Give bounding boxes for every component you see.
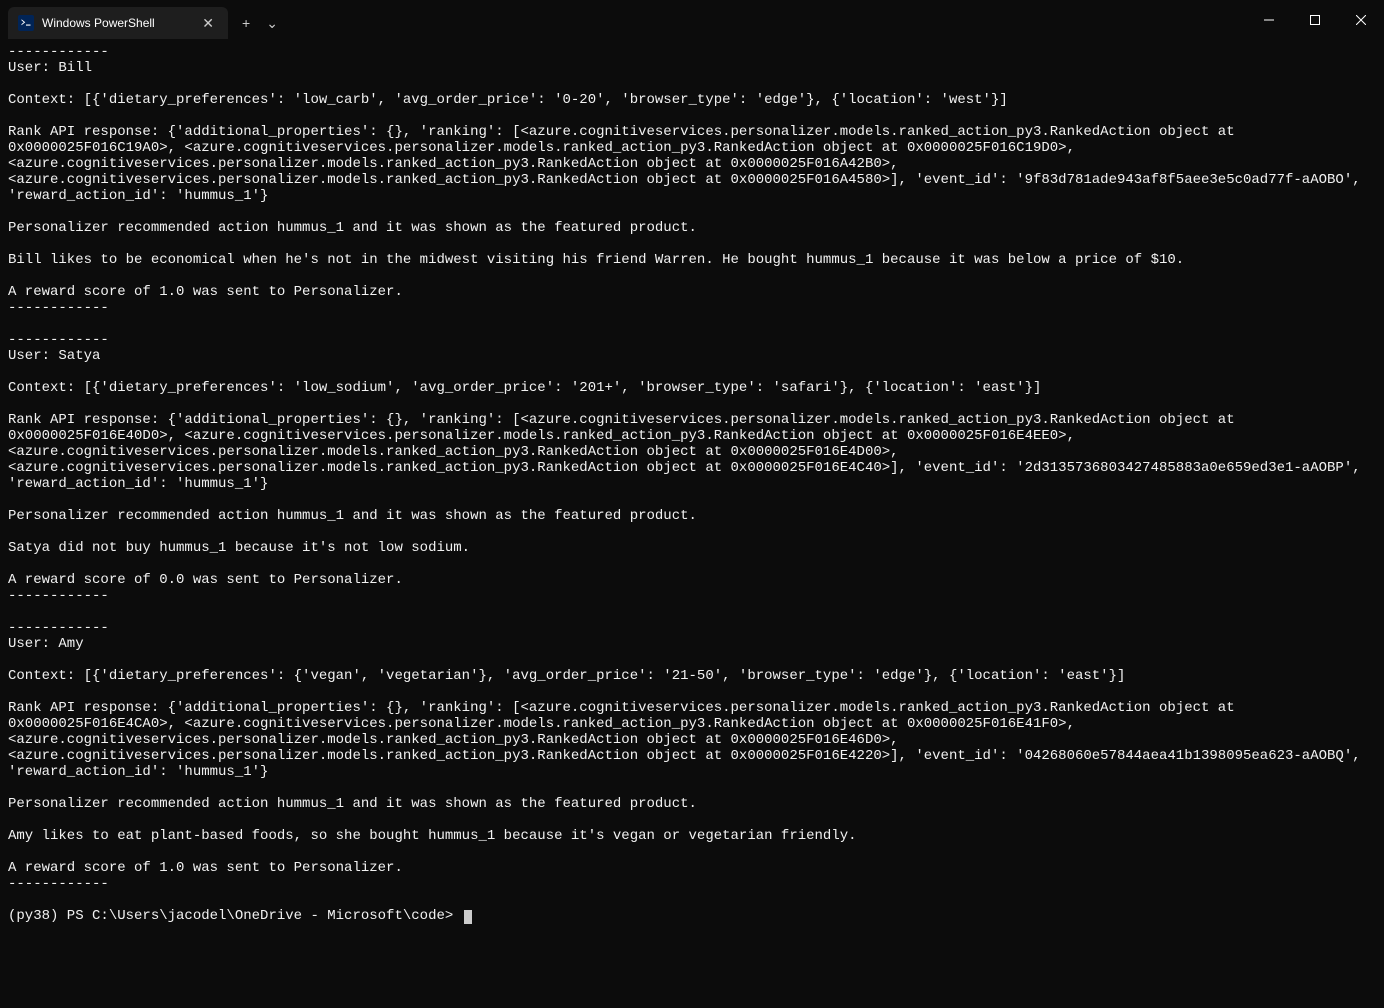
terminal-line: [8, 652, 1376, 668]
terminal-content[interactable]: ------------User: BillContext: [{'dietar…: [0, 40, 1384, 1008]
terminal-line: Personalizer recommended action hummus_1…: [8, 220, 1376, 236]
terminal-line: Rank API response: {'additional_properti…: [8, 124, 1376, 204]
terminal-line: [8, 268, 1376, 284]
tab-close-button[interactable]: ✕: [196, 13, 220, 34]
terminal-line: [8, 108, 1376, 124]
titlebar[interactable]: Windows PowerShell ✕ + ⌄: [0, 0, 1384, 40]
terminal-line: [8, 492, 1376, 508]
terminal-line: User: Bill: [8, 60, 1376, 76]
terminal-line: [8, 236, 1376, 252]
tab-actions: + ⌄: [234, 7, 286, 39]
tab-dropdown-button[interactable]: ⌄: [258, 11, 286, 36]
terminal-line: [8, 396, 1376, 412]
terminal-line: [8, 364, 1376, 380]
terminal-line: ------------: [8, 876, 1376, 892]
terminal-line: [8, 204, 1376, 220]
terminal-line: [8, 604, 1376, 620]
terminal-line: [8, 684, 1376, 700]
cursor: [464, 910, 472, 924]
powershell-icon: [18, 15, 34, 31]
terminal-line: [8, 524, 1376, 540]
terminal-line: Satya did not buy hummus_1 because it's …: [8, 540, 1376, 556]
terminal-line: Context: [{'dietary_preferences': 'low_s…: [8, 380, 1376, 396]
terminal-line: A reward score of 1.0 was sent to Person…: [8, 284, 1376, 300]
terminal-line: [8, 76, 1376, 92]
terminal-line: Context: [{'dietary_preferences': 'low_c…: [8, 92, 1376, 108]
terminal-line: [8, 780, 1376, 796]
window-controls: [1246, 0, 1384, 40]
terminal-line: Amy likes to eat plant-based foods, so s…: [8, 828, 1376, 844]
minimize-button[interactable]: [1246, 0, 1292, 40]
terminal-line: ------------: [8, 44, 1376, 60]
terminal-line: [8, 844, 1376, 860]
terminal-line: [8, 892, 1376, 908]
close-button[interactable]: [1338, 0, 1384, 40]
prompt-line[interactable]: (py38) PS C:\Users\jacodel\OneDrive - Mi…: [8, 908, 1376, 924]
terminal-line: [8, 812, 1376, 828]
tab-powershell[interactable]: Windows PowerShell ✕: [8, 7, 228, 39]
terminal-line: User: Satya: [8, 348, 1376, 364]
prompt-text: (py38) PS C:\Users\jacodel\OneDrive - Mi…: [8, 908, 462, 924]
terminal-line: ------------: [8, 300, 1376, 316]
maximize-button[interactable]: [1292, 0, 1338, 40]
tab-title: Windows PowerShell: [42, 16, 196, 30]
terminal-line: A reward score of 1.0 was sent to Person…: [8, 860, 1376, 876]
terminal-line: Personalizer recommended action hummus_1…: [8, 796, 1376, 812]
terminal-line: User: Amy: [8, 636, 1376, 652]
terminal-window: Windows PowerShell ✕ + ⌄ ------------Use…: [0, 0, 1384, 1008]
terminal-line: Bill likes to be economical when he's no…: [8, 252, 1376, 268]
terminal-line: ------------: [8, 620, 1376, 636]
terminal-line: ------------: [8, 588, 1376, 604]
terminal-line: ------------: [8, 332, 1376, 348]
terminal-line: [8, 556, 1376, 572]
new-tab-button[interactable]: +: [234, 11, 258, 35]
terminal-line: Rank API response: {'additional_properti…: [8, 412, 1376, 492]
terminal-line: [8, 316, 1376, 332]
terminal-line: A reward score of 0.0 was sent to Person…: [8, 572, 1376, 588]
terminal-line: Personalizer recommended action hummus_1…: [8, 508, 1376, 524]
terminal-line: Context: [{'dietary_preferences': {'vega…: [8, 668, 1376, 684]
terminal-line: Rank API response: {'additional_properti…: [8, 700, 1376, 780]
